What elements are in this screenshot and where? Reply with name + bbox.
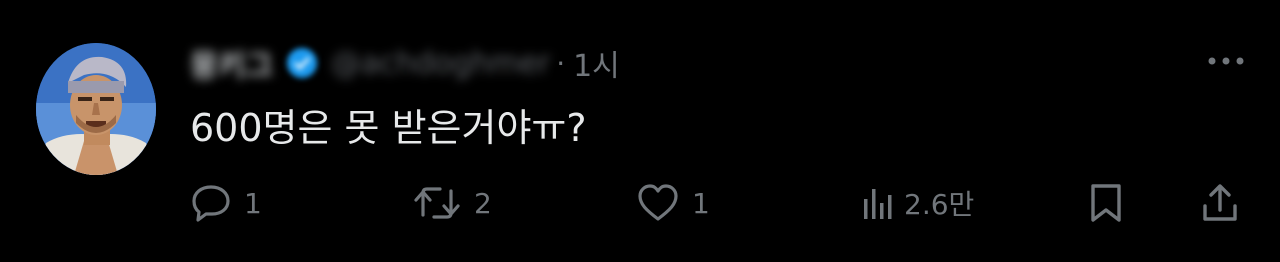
views-chart-icon bbox=[862, 183, 892, 223]
tweet[interactable]: 뭉키그 @achdoghmer · 1시 600명은 못 받은거야ㅠ? 1 2 … bbox=[0, 0, 1280, 262]
tweet-time[interactable]: 1시 bbox=[573, 41, 620, 85]
share-icon bbox=[1200, 182, 1240, 224]
header-separator: · bbox=[556, 46, 566, 80]
like-count: 1 bbox=[692, 186, 710, 220]
heart-icon bbox=[636, 183, 680, 223]
more-dots-icon[interactable] bbox=[1204, 46, 1248, 76]
share-button[interactable] bbox=[1200, 180, 1240, 226]
like-button[interactable]: 1 bbox=[636, 180, 710, 226]
verified-badge-icon bbox=[285, 46, 319, 80]
reply-icon bbox=[190, 183, 232, 223]
tweet-text: 600명은 못 받은거야ㅠ? bbox=[190, 106, 587, 150]
reply-button[interactable]: 1 bbox=[190, 180, 262, 226]
bookmark-button[interactable] bbox=[1086, 180, 1126, 226]
tweet-header: 뭉키그 @achdoghmer · 1시 bbox=[190, 40, 620, 86]
display-name[interactable]: 뭉키그 bbox=[190, 41, 273, 85]
retweet-count: 2 bbox=[474, 186, 492, 220]
views-button[interactable]: 2.6만 bbox=[862, 180, 974, 226]
retweet-icon bbox=[412, 183, 462, 223]
bookmark-icon bbox=[1086, 182, 1126, 224]
views-count: 2.6만 bbox=[904, 188, 975, 221]
retweet-button[interactable]: 2 bbox=[412, 180, 492, 226]
avatar[interactable] bbox=[36, 43, 156, 175]
reply-count: 1 bbox=[244, 186, 262, 220]
user-handle[interactable]: @achdoghmer bbox=[331, 46, 550, 81]
